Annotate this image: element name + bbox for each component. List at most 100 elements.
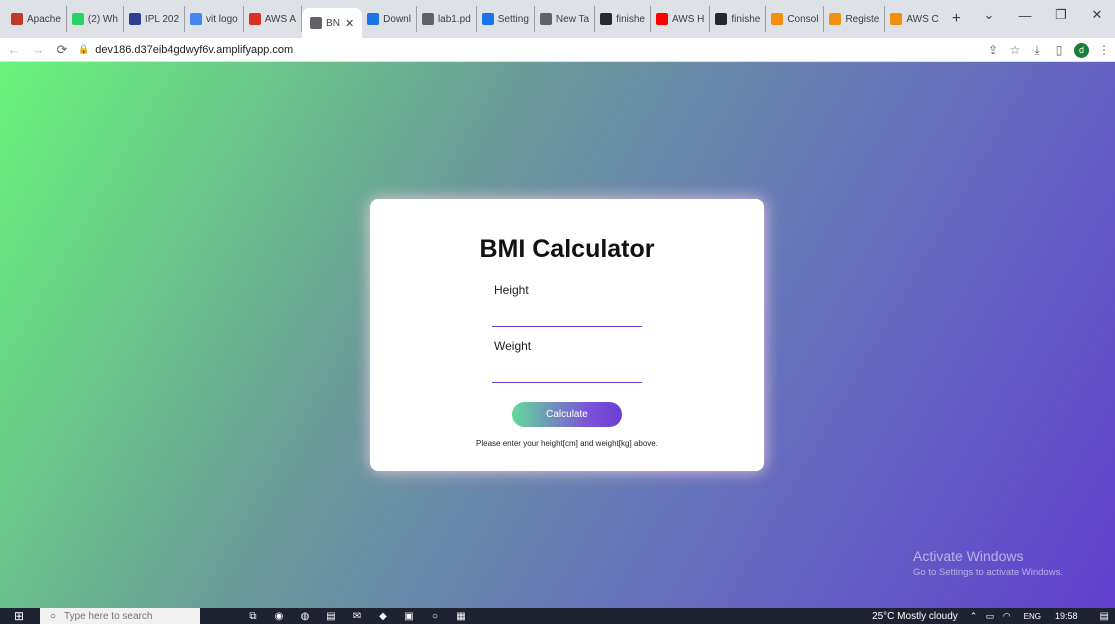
weather-widget[interactable]: 25°C Mostly cloudy — [872, 611, 958, 622]
weight-label: Weight — [494, 339, 532, 353]
new-tab-button[interactable]: + — [952, 10, 960, 28]
tab-label: finishe — [731, 13, 761, 25]
chrome-icon — [539, 13, 552, 25]
tab-search-chevron-icon[interactable]: ⌄ — [971, 7, 1007, 23]
tab-label: lab1.pd — [437, 13, 471, 25]
downloads-icon[interactable]: ⤓ — [1026, 43, 1048, 58]
browser-tab[interactable]: (2) Wh — [67, 6, 124, 32]
browser-tab[interactable]: Consol — [766, 6, 825, 32]
tab-label: BN — [326, 17, 340, 29]
ide-icon[interactable]: ▦ — [448, 611, 474, 622]
window-controls: ⌄ — ❐ ✕ — [971, 0, 1115, 30]
browser-tab[interactable]: IPL 202 — [124, 6, 186, 32]
watermark-subtitle: Go to Settings to activate Windows. — [913, 567, 1063, 578]
clock[interactable]: 19:58 — [1055, 611, 1078, 621]
restore-icon[interactable]: ❐ — [1043, 7, 1079, 23]
opera-icon[interactable]: ○ — [422, 611, 448, 622]
browser-tab[interactable]: vit logo — [185, 6, 244, 32]
taskbar-search-input[interactable] — [64, 610, 195, 622]
bookmark-star-icon[interactable]: ☆ — [1004, 43, 1026, 57]
browser-tab[interactable]: lab1.pd — [417, 6, 477, 32]
aws-icon — [248, 13, 261, 25]
minimize-icon[interactable]: — — [1007, 8, 1043, 23]
url-text[interactable]: dev186.d37eib4gdwyf6v.amplifyapp.com — [95, 44, 293, 56]
toolbar-actions: ⇪ ☆ ⤓ ▯ d ⋮ — [982, 38, 1115, 62]
browser-tab[interactable]: finishe — [710, 6, 767, 32]
browser-tab[interactable]: AWS C — [885, 6, 943, 32]
tab-label: (2) Wh — [87, 13, 118, 25]
back-icon[interactable]: ← — [4, 42, 24, 57]
lock-icon: 🔒 — [78, 44, 90, 54]
tab-label: Downl — [383, 13, 411, 25]
globe-icon — [310, 17, 323, 29]
language-indicator[interactable]: ENG — [1024, 612, 1041, 621]
browser-tab[interactable]: Registe — [824, 6, 886, 32]
aws-cube-icon — [829, 13, 842, 25]
tray-icons[interactable]: ⌃ ▭ ◠ — [970, 611, 1014, 622]
windows-taskbar: ⊞ ○ ⧉ ◉ ◍ ▤ ✉ ◆ ▣ ○ ▦ 25°C Mostly cloudy… — [0, 608, 1115, 624]
ipl-icon — [128, 13, 141, 25]
tab-label: finishe — [616, 13, 645, 25]
youtube-icon — [655, 13, 668, 25]
side-panel-icon[interactable]: ▯ — [1048, 43, 1070, 57]
menu-kebab-icon[interactable]: ⋮ — [1093, 43, 1115, 57]
browser-tab[interactable]: BN ✕ — [302, 8, 363, 38]
github-icon — [715, 13, 728, 25]
browser-tab[interactable]: Apache — [6, 6, 67, 32]
tab-label: IPL 202 — [144, 13, 180, 25]
page-background: BMI Calculator Height Weight Calculate P… — [0, 62, 1115, 608]
share-icon[interactable]: ⇪ — [982, 43, 1004, 57]
browser-tab[interactable]: AWS H — [651, 6, 711, 32]
notification-icon[interactable]: ▤ — [1100, 611, 1109, 622]
browser-tab-strip: Apache (2) Wh IPL 202 vit logo AWS A BN ✕ Downl… — [0, 0, 1115, 38]
tab-label: New Ta — [555, 13, 590, 25]
browser-toolbar: ← → ⟳ 🔒 dev186.d37eib4gdwyf6v.amplifyapp… — [0, 38, 1115, 62]
tab-label: AWS H — [671, 13, 705, 25]
tab-label: Apache — [27, 13, 61, 25]
taskbar-search[interactable]: ○ — [40, 608, 200, 624]
forward-icon[interactable]: → — [28, 42, 48, 57]
gear-icon — [481, 13, 494, 25]
browser-tab[interactable]: Downl — [362, 6, 417, 32]
aws-cube-icon — [771, 13, 784, 25]
file-explorer-icon[interactable]: ▤ — [318, 611, 344, 622]
height-input[interactable] — [492, 304, 642, 327]
search-icon: ○ — [50, 610, 57, 622]
page-title: BMI Calculator — [479, 235, 655, 263]
store-icon[interactable]: ▣ — [396, 611, 422, 622]
close-window-icon[interactable]: ✕ — [1079, 7, 1115, 23]
github-icon — [600, 13, 613, 25]
mail-icon[interactable]: ✉ — [344, 611, 370, 622]
chrome-taskbar-icon[interactable]: ◉ — [266, 611, 292, 622]
edge-taskbar-icon[interactable]: ◍ — [292, 611, 318, 622]
browser-tab[interactable]: New Ta — [535, 6, 596, 32]
calculate-button[interactable]: Calculate — [512, 402, 622, 427]
tab-label: Registe — [845, 13, 880, 25]
height-label: Height — [494, 283, 529, 297]
tab-label: Consol — [787, 13, 819, 25]
profile-avatar[interactable]: d — [1074, 42, 1089, 58]
task-view-icon[interactable]: ⧉ — [240, 611, 266, 622]
google-icon — [190, 13, 203, 25]
system-tray: 25°C Mostly cloudy ⌃ ▭ ◠ ENG 19:58 ▤ — [872, 608, 1115, 624]
tab-label: Setting — [497, 13, 529, 25]
globe-icon — [421, 13, 434, 25]
close-tab-icon[interactable]: ✕ — [345, 17, 354, 30]
tab-label: AWS C — [906, 13, 939, 25]
bmi-card: BMI Calculator Height Weight Calculate P… — [370, 199, 764, 471]
watermark-title: Activate Windows — [913, 548, 1024, 564]
windows-start-icon[interactable]: ⊞ — [14, 609, 34, 623]
browser-tab[interactable]: AWS A — [244, 6, 303, 32]
brave-icon[interactable]: ◆ — [370, 611, 396, 622]
reload-icon[interactable]: ⟳ — [52, 42, 72, 58]
weight-input[interactable] — [492, 360, 642, 383]
tab-label: vit logo — [206, 13, 238, 25]
browser-tab[interactable]: finishe — [595, 6, 651, 32]
activate-windows-watermark: Activate Windows Go to Settings to activ… — [913, 548, 1063, 578]
tab-list: Apache (2) Wh IPL 202 vit logo AWS A BN ✕ Downl… — [0, 0, 960, 38]
address-bar[interactable]: 🔒 dev186.d37eib4gdwyf6v.amplifyapp.com — [78, 38, 293, 62]
tab-label: AWS A — [264, 13, 297, 25]
browser-tab[interactable]: Setting — [477, 6, 535, 32]
aws-cube-icon — [890, 13, 903, 25]
download-icon — [367, 13, 380, 25]
